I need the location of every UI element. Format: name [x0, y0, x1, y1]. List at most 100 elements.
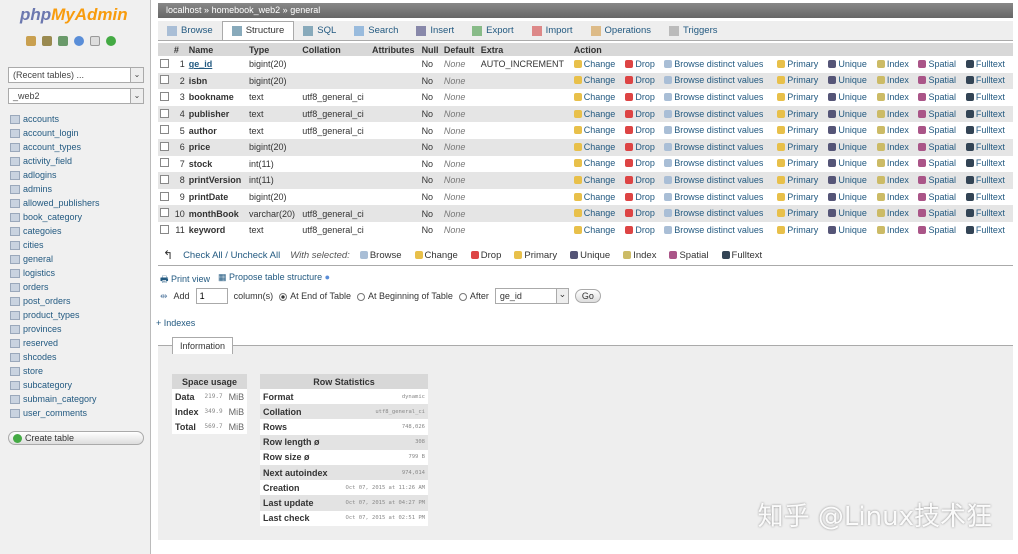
- action-index[interactable]: Index: [876, 59, 909, 69]
- action-unique[interactable]: Unique: [828, 109, 867, 119]
- action-index[interactable]: Index: [876, 158, 909, 168]
- action-unique[interactable]: Unique: [828, 75, 867, 85]
- indexes-toggle[interactable]: + Indexes: [156, 318, 195, 328]
- action-browse-distinct-values[interactable]: Browse distinct values: [664, 192, 763, 202]
- bulk-spatial[interactable]: Spatial: [669, 250, 709, 261]
- action-browse-distinct-values[interactable]: Browse distinct values: [664, 75, 763, 85]
- action-fulltext[interactable]: Fulltext: [965, 225, 1005, 235]
- breadcrumb-db[interactable]: homebook_web2: [212, 5, 281, 15]
- phpmyadmin-logo[interactable]: phpMyAdmin: [20, 5, 128, 25]
- action-fulltext[interactable]: Fulltext: [965, 158, 1005, 168]
- database-select[interactable]: _web2 ⌄: [8, 88, 144, 104]
- action-drop[interactable]: Drop: [625, 158, 655, 168]
- row-checkbox[interactable]: [160, 174, 169, 184]
- action-index[interactable]: Index: [876, 208, 909, 218]
- tab-export[interactable]: Export: [463, 21, 522, 40]
- help-icon[interactable]: ●: [325, 272, 330, 282]
- sidebar-table-item[interactable]: submain_category: [10, 392, 100, 406]
- action-spatial[interactable]: Spatial: [918, 208, 956, 218]
- tab-insert[interactable]: Insert: [407, 21, 463, 40]
- docs-icon[interactable]: [90, 36, 100, 46]
- tab-import[interactable]: Import: [523, 21, 582, 40]
- action-drop[interactable]: Drop: [625, 208, 655, 218]
- action-drop[interactable]: Drop: [625, 59, 655, 69]
- tab-browse[interactable]: Browse: [158, 21, 222, 40]
- sidebar-table-item[interactable]: allowed_publishers: [10, 196, 100, 210]
- sidebar-table-item[interactable]: accounts: [10, 112, 100, 126]
- action-spatial[interactable]: Spatial: [918, 59, 956, 69]
- action-unique[interactable]: Unique: [828, 175, 867, 185]
- home-icon[interactable]: [26, 36, 36, 46]
- action-fulltext[interactable]: Fulltext: [965, 59, 1005, 69]
- action-spatial[interactable]: Spatial: [918, 192, 956, 202]
- action-primary[interactable]: Primary: [777, 158, 818, 168]
- action-unique[interactable]: Unique: [828, 192, 867, 202]
- action-primary[interactable]: Primary: [777, 175, 818, 185]
- action-unique[interactable]: Unique: [828, 125, 867, 135]
- after-column-select[interactable]: ge_id ⌄: [494, 288, 569, 304]
- action-unique[interactable]: Unique: [828, 59, 867, 69]
- breadcrumb-table[interactable]: general: [290, 5, 320, 15]
- action-primary[interactable]: Primary: [777, 192, 818, 202]
- action-primary[interactable]: Primary: [777, 142, 818, 152]
- action-primary[interactable]: Primary: [777, 109, 818, 119]
- action-index[interactable]: Index: [876, 142, 909, 152]
- column-count-input[interactable]: [195, 288, 228, 304]
- tab-structure[interactable]: Structure: [221, 21, 295, 40]
- action-primary[interactable]: Primary: [777, 125, 818, 135]
- action-unique[interactable]: Unique: [828, 158, 867, 168]
- action-index[interactable]: Index: [876, 75, 909, 85]
- action-change[interactable]: Change: [573, 59, 615, 69]
- sidebar-table-item[interactable]: book_category: [10, 210, 100, 224]
- sidebar-table-item[interactable]: post_orders: [10, 294, 100, 308]
- sidebar-table-item[interactable]: admins: [10, 182, 100, 196]
- print-view-link[interactable]: 🖶 Print view: [160, 272, 210, 288]
- action-spatial[interactable]: Spatial: [918, 158, 956, 168]
- action-drop[interactable]: Drop: [625, 125, 655, 135]
- bulk-drop[interactable]: Drop: [470, 250, 501, 261]
- action-change[interactable]: Change: [573, 208, 615, 218]
- action-unique[interactable]: Unique: [828, 208, 867, 218]
- action-index[interactable]: Index: [876, 125, 909, 135]
- action-spatial[interactable]: Spatial: [918, 175, 956, 185]
- recent-tables-select[interactable]: (Recent tables) ... ⌄: [8, 67, 144, 83]
- sidebar-table-item[interactable]: adlogins: [10, 168, 100, 182]
- action-browse-distinct-values[interactable]: Browse distinct values: [664, 92, 763, 102]
- action-drop[interactable]: Drop: [625, 175, 655, 185]
- action-spatial[interactable]: Spatial: [918, 92, 956, 102]
- radio-after[interactable]: After: [458, 291, 489, 301]
- action-primary[interactable]: Primary: [777, 225, 818, 235]
- action-spatial[interactable]: Spatial: [918, 75, 956, 85]
- action-browse-distinct-values[interactable]: Browse distinct values: [664, 109, 763, 119]
- tab-sql[interactable]: SQL: [294, 21, 345, 40]
- action-index[interactable]: Index: [876, 225, 909, 235]
- action-change[interactable]: Change: [573, 92, 615, 102]
- action-index[interactable]: Index: [876, 109, 909, 119]
- action-fulltext[interactable]: Fulltext: [965, 208, 1005, 218]
- action-unique[interactable]: Unique: [828, 225, 867, 235]
- action-browse-distinct-values[interactable]: Browse distinct values: [664, 208, 763, 218]
- action-change[interactable]: Change: [573, 125, 615, 135]
- bulk-fulltext[interactable]: Fulltext: [721, 250, 762, 261]
- bulk-index[interactable]: Index: [623, 250, 656, 261]
- action-primary[interactable]: Primary: [777, 208, 818, 218]
- action-change[interactable]: Change: [573, 142, 615, 152]
- action-browse-distinct-values[interactable]: Browse distinct values: [664, 125, 763, 135]
- action-drop[interactable]: Drop: [625, 192, 655, 202]
- action-primary[interactable]: Primary: [777, 92, 818, 102]
- action-drop[interactable]: Drop: [625, 142, 655, 152]
- action-drop[interactable]: Drop: [625, 109, 655, 119]
- query-window-icon[interactable]: [58, 36, 68, 46]
- action-browse-distinct-values[interactable]: Browse distinct values: [664, 175, 763, 185]
- action-unique[interactable]: Unique: [828, 92, 867, 102]
- action-browse-distinct-values[interactable]: Browse distinct values: [664, 59, 763, 69]
- sidebar-table-item[interactable]: activity_field: [10, 154, 100, 168]
- row-checkbox[interactable]: [160, 125, 169, 135]
- action-spatial[interactable]: Spatial: [918, 142, 956, 152]
- sidebar-table-item[interactable]: account_login: [10, 126, 100, 140]
- column-name[interactable]: ge_id: [186, 56, 247, 73]
- sidebar-table-item[interactable]: provinces: [10, 322, 100, 336]
- row-checkbox[interactable]: [160, 224, 169, 234]
- sidebar-table-item[interactable]: categoies: [10, 224, 100, 238]
- radio-at-end[interactable]: At End of Table: [279, 291, 351, 301]
